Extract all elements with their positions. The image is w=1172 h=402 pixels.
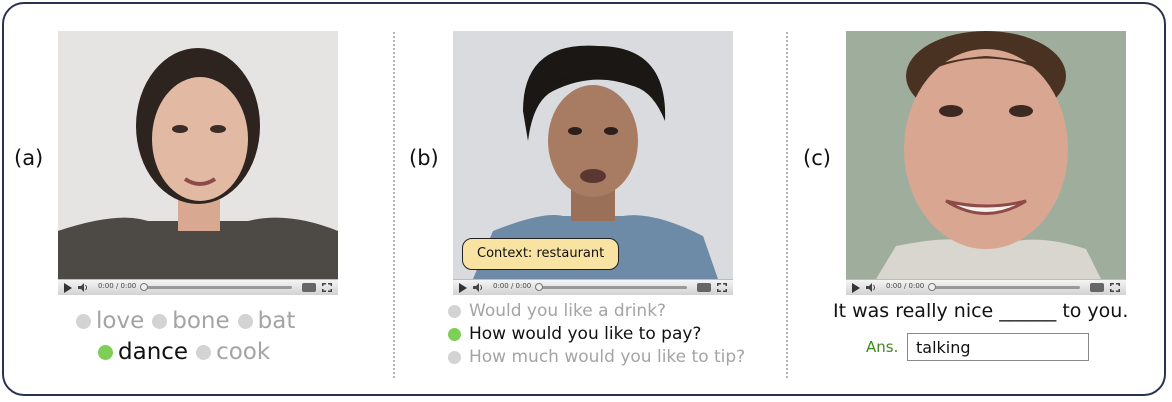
video-controls-c: 0:00 / 0:00 — [846, 279, 1126, 295]
progress-track-c[interactable] — [930, 286, 1080, 289]
volume-icon[interactable] — [473, 283, 483, 292]
fullscreen-icon[interactable] — [1110, 283, 1120, 292]
phrase-options: Would you like a drink? How would you li… — [448, 300, 745, 369]
video-controls-a: 0:00 / 0:00 — [58, 279, 338, 295]
video-controls-b: 0:00 / 0:00 — [453, 279, 733, 295]
play-icon[interactable] — [459, 283, 467, 293]
fullscreen-icon[interactable] — [322, 283, 332, 292]
divider-right — [786, 32, 788, 378]
video-frame-a — [58, 31, 338, 279]
video-time-c: 0:00 / 0:00 — [886, 282, 925, 290]
video-frame-c — [846, 31, 1126, 279]
option-dot — [76, 313, 91, 329]
panel-label-a: (a) — [14, 146, 44, 170]
fill-in-sentence: It was really nice ______ to you. — [833, 300, 1129, 322]
progress-knob-a[interactable] — [140, 283, 148, 291]
option-dot — [448, 351, 461, 364]
option-dot — [196, 344, 212, 360]
word-option-love[interactable]: love — [76, 308, 144, 334]
phrase-option-drink[interactable]: Would you like a drink? — [448, 300, 745, 323]
phrase-option-tip[interactable]: How much would you like to tip? — [448, 346, 745, 369]
play-icon[interactable] — [852, 283, 860, 293]
word-options-row-1: love bone bat — [76, 308, 303, 335]
volume-icon[interactable] — [78, 283, 88, 292]
play-icon[interactable] — [64, 283, 72, 293]
panel-label-b: (b) — [409, 146, 439, 170]
answer-input[interactable] — [907, 333, 1089, 361]
progress-knob-b[interactable] — [535, 283, 543, 291]
progress-track-a[interactable] — [142, 286, 292, 289]
video-time-b: 0:00 / 0:00 — [493, 282, 532, 290]
option-dot — [237, 313, 253, 329]
quality-icon[interactable] — [1090, 283, 1104, 292]
quality-icon[interactable] — [302, 283, 316, 292]
selected-dot — [98, 344, 113, 360]
word-option-dance[interactable]: dance — [98, 339, 188, 365]
volume-icon[interactable] — [866, 283, 876, 292]
context-bubble: Context: restaurant — [462, 238, 620, 270]
quality-icon[interactable] — [697, 283, 711, 292]
phrase-option-pay[interactable]: How would you like to pay? — [448, 323, 745, 346]
word-option-bone[interactable]: bone — [152, 308, 230, 334]
answer-label: Ans. — [866, 338, 899, 356]
video-player-a[interactable]: 0:00 / 0:00 — [58, 31, 338, 295]
panel-label-c: (c) — [803, 146, 831, 170]
option-dot — [448, 305, 461, 318]
video-time-a: 0:00 / 0:00 — [98, 282, 137, 290]
progress-knob-c[interactable] — [928, 283, 936, 291]
progress-track-b[interactable] — [537, 286, 687, 289]
word-options-row-2: dance cook — [98, 339, 278, 366]
word-option-cook[interactable]: cook — [196, 339, 270, 365]
video-player-c[interactable]: 0:00 / 0:00 — [846, 31, 1126, 295]
divider-left — [393, 32, 395, 378]
selected-dot — [448, 328, 461, 341]
option-dot — [152, 313, 168, 329]
fullscreen-icon[interactable] — [717, 283, 727, 292]
word-option-bat[interactable]: bat — [237, 308, 295, 334]
